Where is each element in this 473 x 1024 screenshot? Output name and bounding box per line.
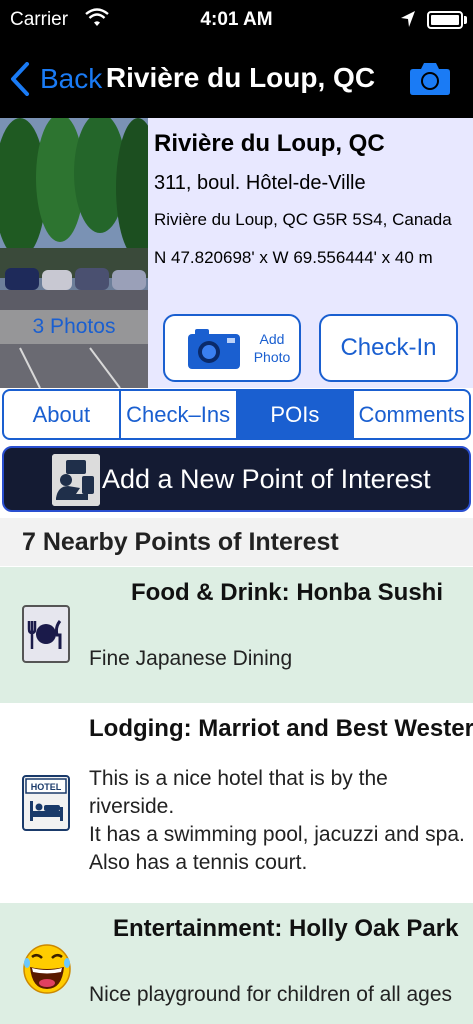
back-label: Back: [40, 63, 103, 94]
poi-desc-line: riverside.: [89, 795, 175, 818]
laughing-face-icon: [23, 944, 71, 994]
tab-about[interactable]: About: [4, 391, 121, 438]
add-photo-label: Add Photo: [245, 330, 299, 366]
location-arrow-icon: [401, 11, 415, 27]
camera-icon: [188, 329, 240, 369]
tab-check-ins[interactable]: Check–Ins: [121, 391, 238, 438]
parking-lot-photo: [0, 118, 148, 388]
location-photo[interactable]: 3 Photos: [0, 118, 148, 388]
battery-tip: [464, 16, 467, 24]
chevron-left-icon: [11, 62, 29, 96]
tab-pois[interactable]: POIs: [237, 391, 355, 438]
poi-desc-line: Fine Japanese Dining: [89, 647, 293, 670]
location-coordinates: N 47.820698' x W 69.556444' x 40 m: [154, 248, 433, 267]
poi-person-icon: [52, 454, 100, 506]
add-poi-button[interactable]: Add a New Point of Interest: [2, 446, 471, 512]
tab-segmented-control: About Check–Ins POIs Comments: [2, 389, 471, 440]
poi-description: Fine Japanese Dining: [89, 645, 292, 673]
poi-desc-line: Nice playground for children of all ages: [89, 983, 453, 1006]
poi-title: Entertainment: Holly Oak Park: [113, 915, 459, 942]
poi-desc-line: Also has a tennis court.: [89, 851, 308, 874]
add-photo-label-line1: Add: [259, 331, 285, 347]
status-bar: Carrier 4:01 AM: [0, 0, 473, 42]
hotel-sign-text: HOTEL: [31, 782, 62, 792]
photos-count-label: 3 Photos: [0, 310, 148, 344]
location-city: Rivière du Loup, QC G5R 5S4, Canada: [154, 210, 452, 229]
section-title: 7 Nearby Points of Interest: [22, 528, 339, 556]
poi-title: Lodging: Marriot and Best Western: [89, 715, 473, 742]
section-header: 7 Nearby Points of Interest: [0, 518, 473, 566]
location-name: Rivière du Loup, QC: [154, 130, 385, 157]
back-button[interactable]: Back: [10, 58, 102, 100]
poi-title: Food & Drink: Honba Sushi: [131, 579, 443, 606]
navigation-bar: Back Rivière du Loup, QC: [0, 42, 473, 118]
location-street: 311, boul. Hôtel-de-Ville: [154, 172, 366, 194]
poi-desc-line: This is a nice hotel that is by the: [89, 767, 388, 790]
battery-icon: [427, 11, 463, 29]
list-item[interactable]: Entertainment: Holly Oak Park Nice playg…: [0, 903, 473, 1024]
tab-comments[interactable]: Comments: [354, 391, 469, 438]
poi-description: Nice playground for children of all ages: [89, 981, 452, 1009]
hotel-icon: HOTEL: [22, 775, 70, 831]
list-item[interactable]: Lodging: Marriot and Best Western HOTEL …: [0, 703, 473, 903]
poi-desc-line: It has a swimming pool, jacuzzi and spa.: [89, 823, 465, 846]
check-in-button[interactable]: Check-In: [319, 314, 458, 382]
camera-icon[interactable]: [409, 60, 451, 96]
add-photo-label-line2: Photo: [253, 349, 291, 365]
location-header: 3 Photos Rivière du Loup, QC 311, boul. …: [0, 118, 473, 388]
food-icon: [22, 605, 70, 663]
list-item[interactable]: Food & Drink: Honba Sushi Fine Japanese …: [0, 567, 473, 703]
add-photo-button[interactable]: Add Photo: [163, 314, 301, 382]
add-poi-label: Add a New Point of Interest: [102, 464, 431, 494]
poi-description: This is a nice hotel that is by the rive…: [89, 765, 465, 877]
